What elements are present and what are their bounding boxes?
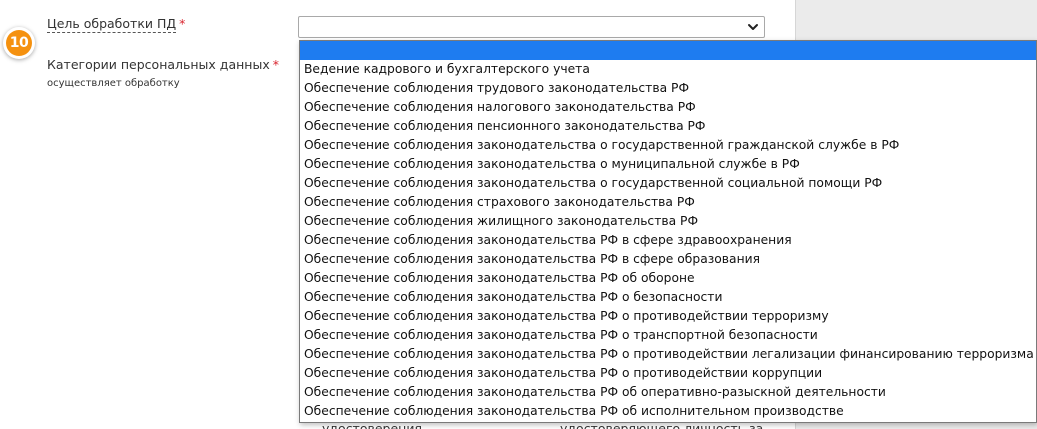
dropdown-option[interactable]: Обеспечение соблюдения жилищного законод… [300, 212, 1036, 231]
purpose-field-label: Цель обработки ПД * [47, 16, 186, 33]
dropdown-option[interactable]: Обеспечение соблюдения законодательства … [300, 326, 1036, 345]
dropdown-option[interactable]: Обеспечение соблюдения законодательства … [300, 155, 1036, 174]
purpose-select[interactable] [298, 16, 765, 38]
categories-field-label: Категории персональных данных * [47, 57, 279, 72]
dropdown-option[interactable]: Обеспечение соблюдения законодательства … [300, 383, 1036, 402]
dropdown-option[interactable]: Обеспечение соблюдения законодательства … [300, 345, 1036, 364]
categories-label-text: Категории персональных данных [47, 57, 270, 72]
required-mark: * [179, 16, 186, 31]
purpose-dropdown-list[interactable]: Ведение кадрового и бухгалтерского учета… [299, 40, 1037, 423]
dropdown-option[interactable]: Обеспечение соблюдения страхового законо… [300, 193, 1036, 212]
dropdown-option-selected[interactable] [300, 41, 1036, 60]
dropdown-option[interactable]: Обеспечение соблюдения законодательства … [300, 269, 1036, 288]
categories-field-hint: осуществляет обработку [47, 78, 180, 89]
dropdown-option[interactable]: Обеспечение соблюдения налогового законо… [300, 98, 1036, 117]
dropdown-option[interactable]: Обеспечение соблюдения законодательства … [300, 231, 1036, 250]
dropdown-option[interactable]: Обеспечение соблюдения законодательства … [300, 364, 1036, 383]
dropdown-option[interactable]: Обеспечение соблюдения законодательства … [300, 174, 1036, 193]
purpose-label-text[interactable]: Цель обработки ПД [47, 16, 177, 33]
dropdown-option[interactable]: Ведение кадрового и бухгалтерского учета [300, 60, 1036, 79]
required-mark: * [272, 57, 279, 72]
dropdown-option[interactable]: Обеспечение соблюдения законодательства … [300, 136, 1036, 155]
dropdown-option[interactable]: Обеспечение соблюдения законодательства … [300, 402, 1036, 421]
chevron-down-icon [748, 24, 758, 30]
dropdown-option[interactable]: Обеспечение соблюдения законодательства … [300, 307, 1036, 326]
dropdown-option[interactable]: Обеспечение соблюдения трудового законод… [300, 79, 1036, 98]
step-number: 10 [6, 30, 32, 56]
dropdown-option[interactable]: Обеспечение соблюдения законодательства … [300, 250, 1036, 269]
dropdown-option[interactable]: Обеспечение соблюдения законодательства … [300, 288, 1036, 307]
form-page: 10 Цель обработки ПД * Категории персонал… [0, 0, 1037, 429]
step-badge: 10 [3, 27, 35, 59]
dropdown-option[interactable]: Обеспечение соблюдения пенсионного закон… [300, 117, 1036, 136]
